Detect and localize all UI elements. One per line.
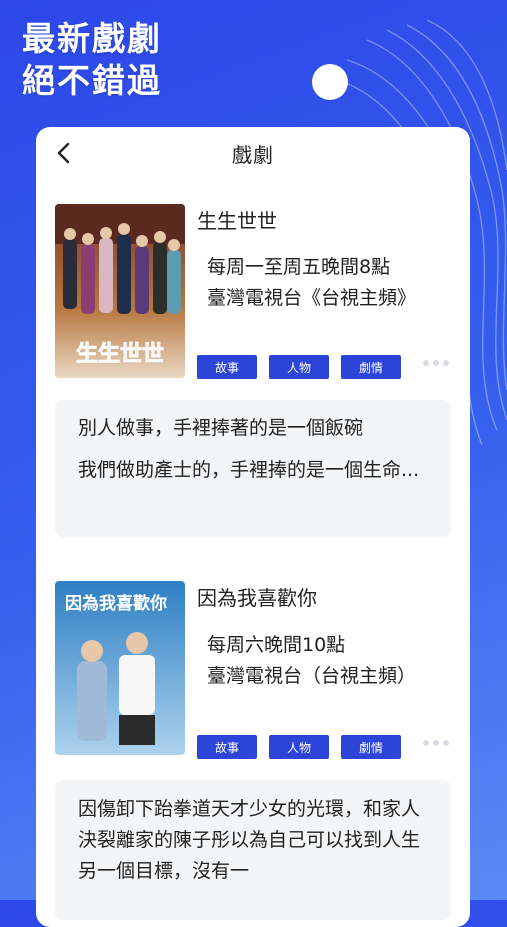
dot <box>423 740 429 746</box>
dot <box>433 360 439 366</box>
schedule-channel: 臺灣電視台《台視主頻》 <box>207 287 417 309</box>
tag-characters[interactable]: 人物 <box>269 355 329 379</box>
page-title: 戲劇 <box>232 143 274 167</box>
schedule-time: 每周六晚間10點 <box>207 634 346 656</box>
poster-image[interactable]: 因為我喜歡你 <box>55 581 185 755</box>
show-schedule: 每周六晚間10點 臺灣電視台（台視主頻） <box>207 630 437 723</box>
synopsis-box: 別人做事，手裡捧著的是一個飯碗 我們做助產士的，手裡捧的是一個生命... <box>55 400 451 537</box>
poster-image[interactable]: 生生世世 <box>55 204 185 378</box>
tag-row: 故事 人物 劇情 <box>197 735 401 759</box>
drama-list-card: 戲劇 生生世世 生生世世 每周一至周五晚間8點 臺灣電視台《台視主頻》 故事 人… <box>36 127 470 927</box>
promo-line-1: 最新戲劇 <box>22 19 162 58</box>
dot <box>443 740 449 746</box>
tag-plot[interactable]: 劇情 <box>341 355 401 379</box>
decorative-dot <box>312 64 348 100</box>
tag-story[interactable]: 故事 <box>197 355 257 379</box>
dot <box>443 360 449 366</box>
poster-title: 因為我喜歡你 <box>65 593 167 614</box>
synopsis-line: 我們做助產士的，手裡捧的是一個生命... <box>78 459 420 481</box>
promo-headline: 最新戲劇 絕不錯過 <box>22 18 162 102</box>
schedule-time: 每周一至周五晚間8點 <box>207 256 391 278</box>
synopsis-box: 因傷卸下跆拳道天才少女的光環，和家人決裂離家的陳子彤以為自己可以找到人生另一個目… <box>55 780 451 920</box>
tag-characters[interactable]: 人物 <box>269 735 329 759</box>
show-title[interactable]: 因為我喜歡你 <box>197 582 317 611</box>
more-options-button[interactable] <box>423 740 449 746</box>
synopsis-line: 因傷卸下跆拳道天才少女的光環，和家人決裂離家的陳子彤以為自己可以找到人生另一個目… <box>78 798 421 882</box>
synopsis-line: 別人做事，手裡捧著的是一個飯碗 <box>78 417 364 439</box>
dot <box>433 740 439 746</box>
schedule-channel: 臺灣電視台（台視主頻） <box>207 665 417 687</box>
promo-line-2: 絕不錯過 <box>22 61 162 100</box>
tag-row: 故事 人物 劇情 <box>197 355 401 379</box>
dot <box>423 360 429 366</box>
poster-title: 生生世世 <box>76 341 164 367</box>
more-options-button[interactable] <box>423 360 449 366</box>
nav-bar: 戲劇 <box>36 127 470 179</box>
tag-plot[interactable]: 劇情 <box>341 735 401 759</box>
tag-story[interactable]: 故事 <box>197 735 257 759</box>
show-title[interactable]: 生生世世 <box>197 205 277 234</box>
show-schedule: 每周一至周五晚間8點 臺灣電視台《台視主頻》 <box>207 252 437 345</box>
